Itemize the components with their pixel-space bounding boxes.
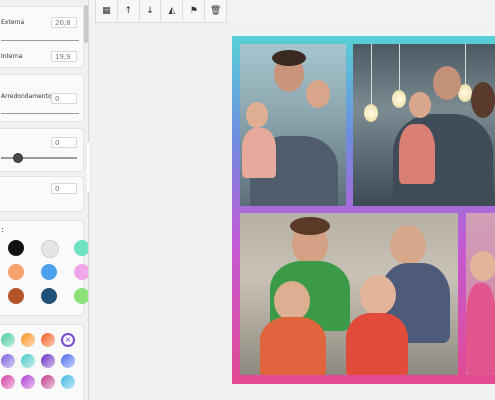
gradient-swatch[interactable] [61,354,75,368]
color-swatch[interactable] [8,264,24,280]
color-swatch[interactable] [74,240,88,256]
gradient-palette-card: × [0,324,84,400]
collage-photo-2[interactable] [353,44,495,206]
photo-figure [390,225,426,265]
spacing-slider-handle[interactable] [13,153,23,163]
selected-gradient-swatch[interactable]: × [61,333,75,347]
rounding-card: Arredondamento 0 [0,74,84,122]
photo-figure [260,317,326,375]
photo-figure [399,124,435,184]
collage-photo-1[interactable] [240,44,346,206]
gradient-swatch[interactable] [41,333,55,347]
gradient-swatch[interactable] [1,354,15,368]
panel-scrollbar[interactable] [84,5,88,43]
photo-detail [399,44,400,90]
color-swatch[interactable] [8,240,24,256]
slider-card: 0 [0,128,84,172]
gradient-swatch[interactable] [1,375,15,389]
arrow-up-icon[interactable]: ↑ [118,0,140,21]
inner-border-label: Interna [1,53,23,60]
color-swatch[interactable] [41,288,57,304]
photo-figure [433,66,461,100]
gradient-swatch[interactable] [21,354,35,368]
color-palette-card: : [0,220,88,316]
inner-border-input[interactable]: 19,9 [51,51,77,62]
divider [1,113,79,114]
photo-figure [246,102,268,128]
rounding-input[interactable]: 0 [51,93,77,104]
gradient-swatch[interactable] [1,333,15,347]
checker-icon[interactable]: ▦ [96,0,118,21]
gradient-swatch[interactable] [41,354,55,368]
photo-figure [242,128,276,178]
color-swatch[interactable] [8,288,24,304]
collage-photo-3[interactable] [240,213,458,375]
photo-detail [392,90,406,108]
photo-figure [272,50,306,66]
photo-figure [274,281,310,321]
photo-figure [470,251,495,281]
photo-figure [471,82,495,118]
element-toolbar: ▦ ↑ ↓ ◭ ⚑ 🗑 [95,0,227,23]
offset-input[interactable]: 0 [51,183,77,194]
gradient-swatch[interactable] [21,333,35,347]
flip-icon[interactable]: ◭ [161,0,184,21]
rounding-label: Arredondamento [1,93,52,100]
trash-icon[interactable]: 🗑 [205,0,226,21]
photo-figure [360,275,396,315]
photo-figure [290,217,330,235]
border-settings-card: Externa 20,8 Interna 19,9 [0,6,84,68]
arrow-down-icon[interactable]: ↓ [140,0,162,21]
photo-figure [466,283,495,375]
gradient-swatch[interactable] [41,375,55,389]
gradient-swatch[interactable] [21,375,35,389]
spacing-input[interactable]: 0 [51,137,77,148]
photo-figure [409,92,431,118]
divider [1,40,79,41]
outer-border-input[interactable]: 20,8 [51,17,77,28]
color-swatch[interactable] [74,264,88,280]
color-swatch[interactable] [41,240,59,258]
palette-marker: : [1,225,4,234]
photo-figure [346,313,408,375]
photo-detail [465,44,466,84]
flag-icon[interactable]: ⚑ [183,0,206,21]
outer-border-label: Externa [1,19,25,26]
offset-card: 0 [0,176,84,212]
color-swatch[interactable] [74,288,88,304]
gradient-swatch[interactable] [61,375,75,389]
settings-panel: Externa 20,8 Interna 19,9 Arredondamento… [0,0,89,400]
collage-photo-4[interactable] [466,213,495,375]
photo-detail [371,44,372,104]
photo-figure [306,80,330,108]
photo-detail [364,104,378,122]
color-swatch[interactable] [41,264,57,280]
